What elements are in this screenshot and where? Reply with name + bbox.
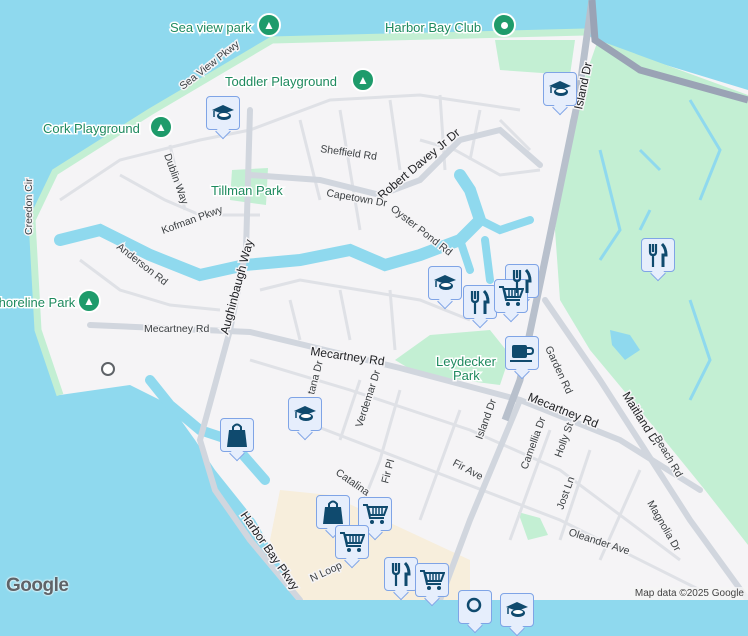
place-label-shoreline-park: Shoreline Park: [0, 295, 76, 310]
place-label-toddler-playground: Toddler Playground: [225, 74, 337, 89]
shopping-cart-icon: [362, 503, 388, 525]
park-pin-shoreline-park[interactable]: ▲: [77, 289, 101, 313]
park-pin-cork-playground[interactable]: ▲: [149, 115, 173, 139]
shopping-cart-icon: [339, 531, 365, 553]
poi-marker-shopping-cart[interactable]: [494, 279, 528, 313]
poi-marker-school[interactable]: [206, 96, 240, 130]
shopping-cart-icon: [419, 569, 445, 591]
map-attribution[interactable]: Map data ©2025 Google: [631, 587, 748, 600]
restaurant-icon: [391, 561, 411, 587]
tree-icon: ▲: [83, 294, 95, 308]
poi-marker-restaurant[interactable]: [463, 285, 497, 319]
poi-marker-school[interactable]: [543, 72, 577, 106]
shopping-bag-icon: [322, 499, 344, 525]
harbor-club-area: [495, 40, 575, 75]
poi-marker-coffee[interactable]: [505, 336, 539, 370]
school-icon: [505, 600, 529, 620]
place-label-tillman-park: Tillman Park: [211, 183, 283, 198]
road-label: Mecartney Rd: [144, 323, 210, 335]
poi-marker-school[interactable]: [428, 266, 462, 300]
poi-marker-restaurant[interactable]: [641, 238, 675, 272]
poi-marker-shopping-cart[interactable]: [415, 563, 449, 597]
google-logo: Google: [6, 575, 68, 597]
shopping-bag-icon: [226, 422, 248, 448]
poi-marker-search[interactable]: [458, 590, 492, 624]
restaurant-icon: [470, 289, 490, 315]
place-label-cork-playground: Cork Playground: [43, 121, 140, 136]
coffee-icon: [509, 342, 535, 364]
school-icon: [211, 103, 235, 123]
school-icon: [548, 79, 572, 99]
place-pin-harbor-bay-club[interactable]: [492, 13, 516, 37]
poi-marker-shopping-bag[interactable]: [316, 495, 350, 529]
school-icon: [293, 404, 317, 424]
poi-marker-school[interactable]: [288, 397, 322, 431]
tree-icon: ▲: [155, 120, 167, 134]
search-icon: [464, 596, 486, 618]
park-pin-sea-view-park[interactable]: ▲: [257, 13, 281, 37]
dot-icon: [501, 22, 508, 29]
tree-icon: ▲: [357, 73, 369, 87]
poi-marker-shopping-bag[interactable]: [220, 418, 254, 452]
landmark-dot-icon[interactable]: [102, 363, 114, 375]
poi-marker-shopping-cart[interactable]: [335, 525, 369, 559]
poi-marker-restaurant[interactable]: [384, 557, 418, 591]
school-icon: [433, 273, 457, 293]
road-label: Creedon Cir: [23, 178, 35, 235]
tree-icon: ▲: [263, 18, 275, 32]
place-label-harbor-bay-club: Harbor Bay Club: [385, 20, 481, 35]
shopping-cart-icon: [498, 285, 524, 307]
place-label-leydecker: Leydecker: [436, 354, 497, 369]
place-label-sea-view-park: Sea view park: [170, 20, 252, 35]
park-pin-toddler-playground[interactable]: ▲: [351, 68, 375, 92]
restaurant-icon: [648, 242, 668, 268]
place-label-park: Park: [453, 368, 480, 383]
poi-marker-school[interactable]: [500, 593, 534, 627]
